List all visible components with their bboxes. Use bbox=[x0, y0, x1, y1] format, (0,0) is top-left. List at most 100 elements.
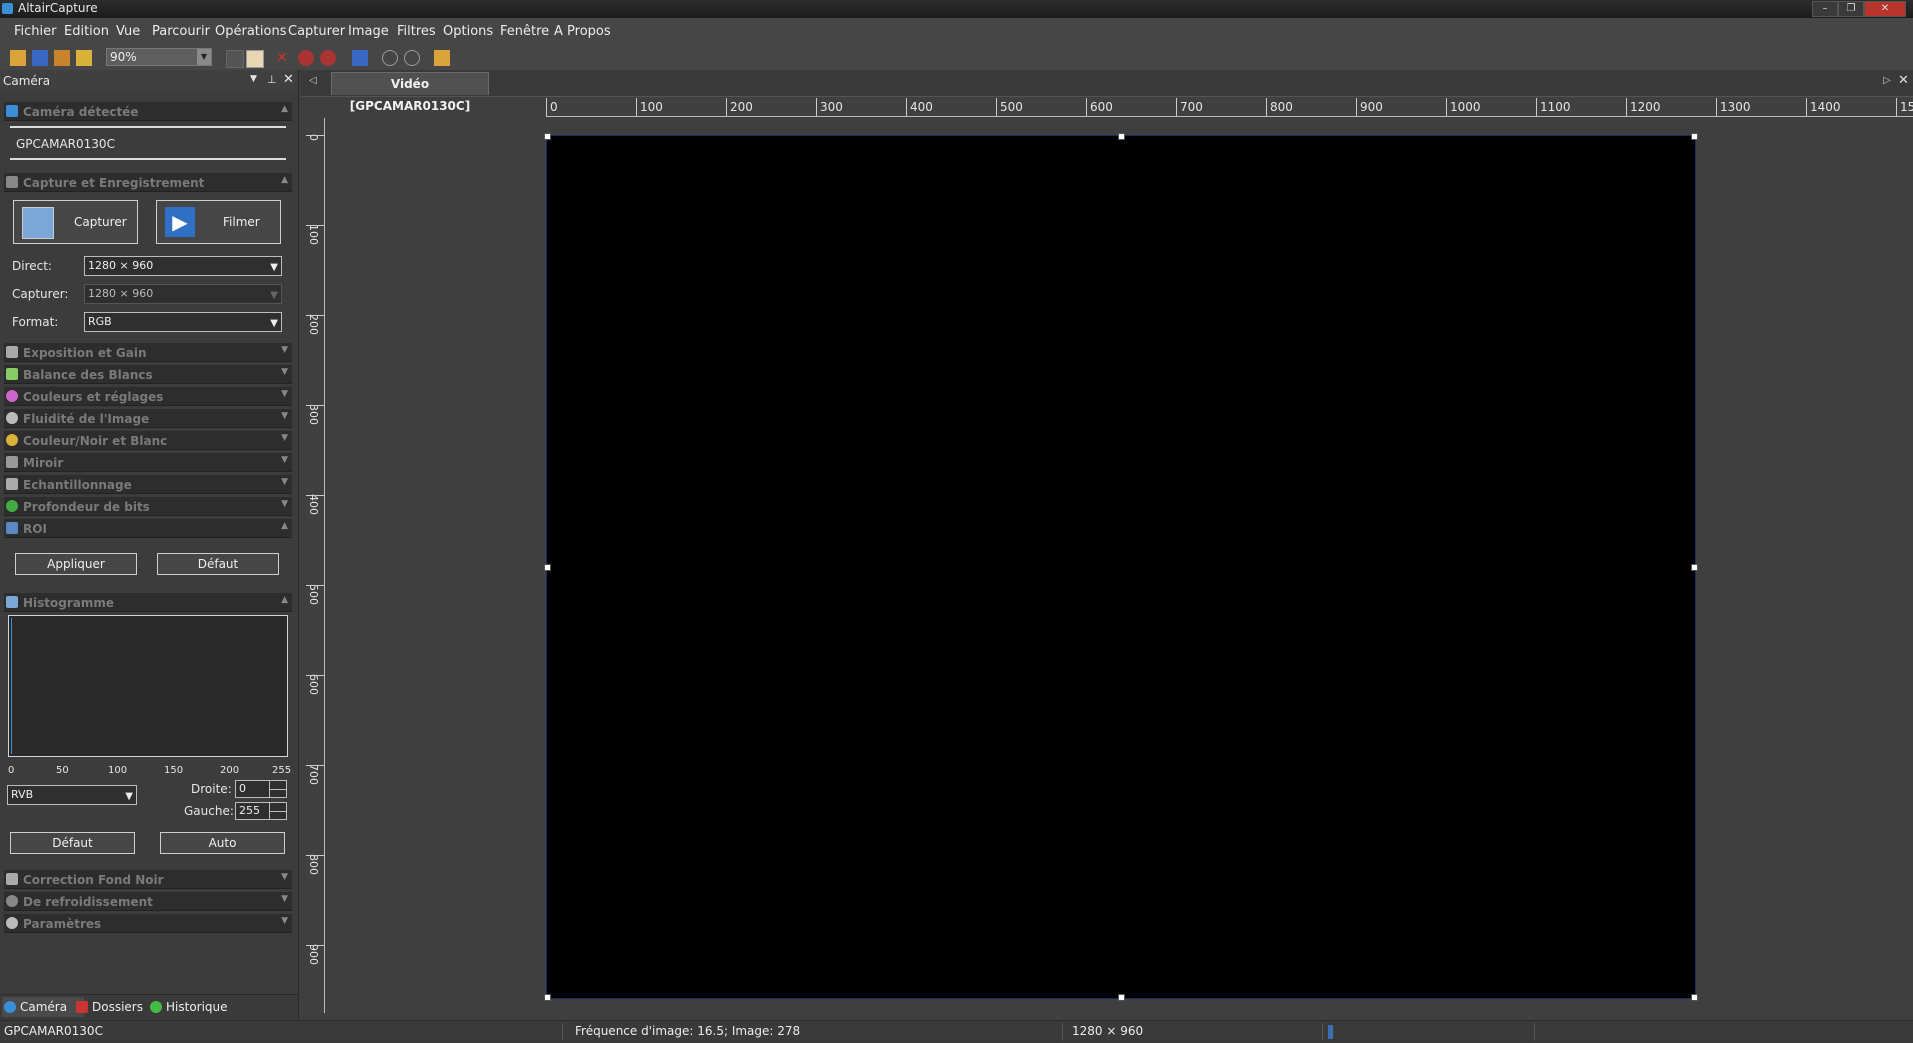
ruler-v-label: 800 bbox=[307, 854, 320, 875]
resize-handle[interactable] bbox=[544, 564, 551, 571]
section-camera-detected[interactable]: Caméra détectée ▲ bbox=[4, 102, 292, 121]
maximize-button[interactable]: ❐ bbox=[1838, 1, 1864, 17]
direct-resolution-select[interactable]: 1280 × 960 ▼ bbox=[84, 256, 282, 276]
scroll-right-icon[interactable]: ▷ bbox=[1883, 75, 1891, 86]
resize-handle[interactable] bbox=[1118, 133, 1125, 140]
back-icon[interactable] bbox=[382, 50, 398, 66]
capture-resolution-select[interactable]: 1280 × 960 ▼ bbox=[84, 284, 282, 304]
ruler-h-label: 500 bbox=[1000, 100, 1023, 114]
section-colors[interactable]: Couleurs et réglages ▼ bbox=[4, 387, 292, 406]
ruler-h-tick bbox=[1896, 98, 1897, 116]
folder-icon[interactable] bbox=[76, 50, 92, 66]
save-all-icon[interactable] bbox=[54, 50, 70, 66]
progress-indicator bbox=[1328, 1025, 1333, 1039]
tools-icon[interactable] bbox=[434, 50, 450, 66]
section-capture[interactable]: Capture et Enregistrement ▲ bbox=[4, 173, 292, 192]
menu-a-propos[interactable]: A Propos bbox=[554, 24, 611, 39]
white-balance-icon bbox=[6, 368, 18, 380]
section-sampling[interactable]: Echantillonnage ▼ bbox=[4, 475, 292, 494]
menu-parcourir[interactable]: Parcourir bbox=[152, 24, 210, 39]
roi-apply-button[interactable]: Appliquer bbox=[15, 553, 137, 575]
section-settings[interactable]: Paramètres ▼ bbox=[4, 914, 292, 933]
gear-icon bbox=[6, 917, 18, 929]
roi-default-button[interactable]: Défaut bbox=[157, 553, 279, 575]
format-select[interactable]: RGB ▼ bbox=[84, 312, 282, 332]
resize-handle[interactable] bbox=[1118, 994, 1125, 1001]
resize-handle[interactable] bbox=[544, 133, 551, 140]
menu-edition[interactable]: Edition bbox=[64, 24, 109, 39]
bit-depth-icon bbox=[6, 500, 18, 512]
menu-filtres[interactable]: Filtres bbox=[397, 24, 436, 39]
resize-handle[interactable] bbox=[1691, 994, 1698, 1001]
section-color-bw[interactable]: Couleur/Noir et Blanc ▼ bbox=[4, 431, 292, 450]
camera-name[interactable]: GPCAMAR0130C bbox=[16, 137, 115, 151]
select-rect-icon[interactable] bbox=[226, 50, 244, 68]
tab-camera[interactable]: Caméra bbox=[2, 997, 84, 1017]
chevron-down-icon[interactable]: ▼ bbox=[197, 49, 211, 65]
histogram-default-button[interactable]: Défaut bbox=[10, 832, 135, 854]
close-icon[interactable]: ✕ bbox=[283, 72, 294, 87]
minimize-button[interactable]: – bbox=[1812, 1, 1838, 17]
section-mirror[interactable]: Miroir ▼ bbox=[4, 453, 292, 472]
section-fluidity[interactable]: Fluidité de l'Image ▼ bbox=[4, 409, 292, 428]
menu-fichier[interactable]: Fichier bbox=[14, 24, 57, 39]
histogram-tick: 50 bbox=[56, 765, 69, 776]
pin-icon[interactable]: ⊥ bbox=[267, 73, 277, 86]
right-value-spinner[interactable]: 0 bbox=[235, 780, 287, 798]
section-cooling[interactable]: De refroidissement ▼ bbox=[4, 892, 292, 911]
forward-icon[interactable] bbox=[404, 50, 420, 66]
section-white-balance[interactable]: Balance des Blancs ▼ bbox=[4, 365, 292, 384]
section-dark-field[interactable]: Correction Fond Noir ▼ bbox=[4, 870, 292, 889]
ruler-v-tick bbox=[306, 945, 324, 946]
save-icon[interactable] bbox=[32, 50, 48, 66]
ruler-v-tick bbox=[306, 585, 324, 586]
resize-handle[interactable] bbox=[544, 994, 551, 1001]
tab-video[interactable]: Vidéo [GPCAMAR0130C] bbox=[331, 72, 489, 113]
ruler-h-tick bbox=[1806, 98, 1807, 116]
resize-handle[interactable] bbox=[1691, 133, 1698, 140]
section-bit-depth[interactable]: Profondeur de bits ▼ bbox=[4, 497, 292, 516]
hand-icon[interactable] bbox=[246, 50, 264, 68]
ruler-h-label: 700 bbox=[1180, 100, 1203, 114]
section-histogram[interactable]: Histogramme ▲ bbox=[4, 593, 292, 612]
zoom-select[interactable]: 90% ▼ bbox=[106, 48, 212, 66]
camera-icon bbox=[6, 105, 18, 117]
histogram-auto-button[interactable]: Auto bbox=[160, 832, 285, 854]
vertical-ruler: 0 100 200 300 400 500 600 700 800 900 bbox=[306, 118, 325, 1013]
stop-icon[interactable] bbox=[298, 50, 314, 66]
ruler-h-label: 900 bbox=[1360, 100, 1383, 114]
section-roi[interactable]: ROI ▲ bbox=[4, 519, 292, 538]
spin-down-icon[interactable] bbox=[269, 789, 286, 797]
close-icon[interactable]: ✕ bbox=[1898, 73, 1909, 88]
menu-image[interactable]: Image bbox=[348, 24, 389, 39]
chevron-down-icon[interactable]: ▼ bbox=[250, 74, 257, 84]
tab-history[interactable]: Historique bbox=[148, 997, 248, 1017]
ruler-h-tick bbox=[816, 98, 817, 116]
menu-vue[interactable]: Vue bbox=[116, 24, 140, 39]
menu-capturer[interactable]: Capturer bbox=[288, 24, 345, 39]
delete-icon[interactable]: ✕ bbox=[276, 50, 292, 66]
open-icon[interactable] bbox=[10, 50, 26, 66]
close-button[interactable]: ✕ bbox=[1864, 1, 1906, 17]
resize-handle[interactable] bbox=[1691, 564, 1698, 571]
scroll-left-icon[interactable]: ◁ bbox=[309, 75, 317, 86]
fit-icon[interactable] bbox=[352, 50, 368, 66]
record-icon[interactable] bbox=[320, 50, 336, 66]
chevron-down-icon: ▼ bbox=[281, 894, 288, 904]
section-exposure[interactable]: Exposition et Gain ▼ bbox=[4, 343, 292, 362]
play-icon: ▶ bbox=[165, 207, 195, 237]
menu-options[interactable]: Options bbox=[443, 24, 493, 39]
menu-fenetre[interactable]: Fenêtre bbox=[500, 24, 549, 39]
right-label: Droite: bbox=[191, 782, 232, 796]
spin-down-icon[interactable] bbox=[269, 811, 286, 819]
menu-operations[interactable]: Opérations bbox=[215, 24, 286, 39]
record-button[interactable]: ▶ Filmer bbox=[156, 200, 281, 244]
video-preview[interactable] bbox=[544, 133, 1698, 1001]
ruler-h-label: 0 bbox=[550, 100, 558, 114]
histogram-tick: 100 bbox=[108, 765, 128, 776]
chevron-down-icon: ▼ bbox=[281, 411, 288, 421]
histogram-channel-select[interactable]: RVB ▼ bbox=[7, 785, 137, 805]
status-separator bbox=[1062, 1023, 1063, 1041]
left-value-spinner[interactable]: 255 bbox=[235, 802, 287, 820]
capture-button[interactable]: Capturer bbox=[13, 200, 138, 244]
